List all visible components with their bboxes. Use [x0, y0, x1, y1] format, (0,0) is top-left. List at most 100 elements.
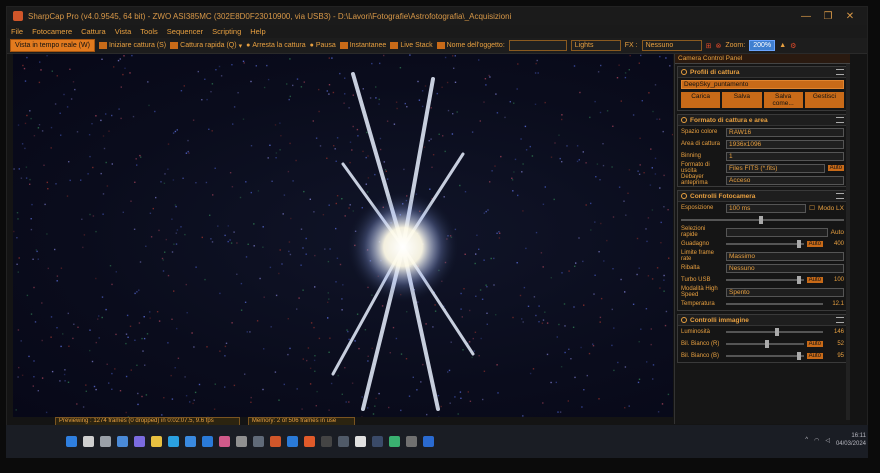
wb-red-slider[interactable]: [726, 340, 804, 348]
snapshot-button[interactable]: Instantanee: [339, 42, 386, 49]
camera-preview[interactable]: [13, 54, 673, 417]
sharpcap-icon[interactable]: [270, 436, 281, 447]
zwo-icon[interactable]: [355, 436, 366, 447]
search-icon[interactable]: [83, 436, 94, 447]
output-format-auto[interactable]: Auto: [827, 165, 844, 171]
maximize-button[interactable]: ❐: [817, 11, 839, 22]
collapse-icon[interactable]: [681, 193, 687, 199]
clock[interactable]: 16:11 04/03/2024: [836, 432, 866, 448]
profiles-header[interactable]: Profili di cattura: [678, 67, 847, 78]
format-header[interactable]: Formato di cattura e area: [678, 115, 847, 126]
menu-cattura[interactable]: Cattura: [81, 27, 106, 36]
hp-icon[interactable]: [423, 436, 434, 447]
camera-icon[interactable]: [253, 436, 264, 447]
debayer-select[interactable]: Acceso: [726, 175, 844, 185]
image-controls-header[interactable]: Controlli immagine: [678, 315, 847, 326]
mail-icon[interactable]: [202, 436, 213, 447]
maps-icon[interactable]: [389, 436, 400, 447]
edge-icon[interactable]: [168, 436, 179, 447]
collapse-icon[interactable]: [681, 317, 687, 323]
clock-time: 16:11: [851, 433, 866, 439]
terminal-icon[interactable]: [321, 436, 332, 447]
store-icon[interactable]: [185, 436, 196, 447]
brightness-slider[interactable]: [726, 328, 823, 336]
menu-icon[interactable]: [836, 117, 844, 123]
volume-icon[interactable]: ◁: [825, 437, 830, 444]
wb-blue-slider[interactable]: [726, 352, 804, 360]
start-capture-label: Iniziare cattura (S): [108, 42, 167, 49]
turbo-usb-label: Turbo USB: [681, 277, 711, 283]
close-button[interactable]: ✕: [839, 11, 861, 22]
collapse-icon[interactable]: [681, 117, 687, 123]
menu-file[interactable]: File: [11, 27, 23, 36]
menu-fotocamere[interactable]: Fotocamere: [32, 27, 72, 36]
save-as-profile-button[interactable]: Salva come...: [763, 92, 803, 108]
chat-icon[interactable]: [134, 436, 145, 447]
network-icon[interactable]: ◠: [814, 437, 819, 444]
settings-icon[interactable]: ⚙: [790, 42, 796, 50]
high-speed-select[interactable]: Spento: [726, 287, 844, 297]
menu-vista[interactable]: Vista: [115, 27, 132, 36]
menu-scripting[interactable]: Scripting: [212, 27, 241, 36]
frame-limit-select[interactable]: Massimo: [726, 251, 844, 261]
load-profile-button[interactable]: Carica: [681, 92, 721, 108]
zoom-select[interactable]: 200%: [749, 40, 776, 51]
pause-button[interactable]: ● Pausa: [310, 42, 336, 49]
output-format-select[interactable]: Files FITS (*.fits): [726, 163, 825, 173]
camera-controls-header[interactable]: Controlli Fotocamera: [678, 191, 847, 202]
file-explorer-icon[interactable]: [151, 436, 162, 447]
quick-capture-button[interactable]: Cattura rapida (Q) ▾: [170, 42, 242, 50]
menu-help[interactable]: Help: [250, 27, 265, 36]
live-stack-button[interactable]: Live Stack: [390, 42, 433, 49]
wb-red-auto[interactable]: Auto: [806, 341, 823, 347]
gain-slider[interactable]: [726, 240, 804, 248]
object-name-input[interactable]: [508, 40, 567, 51]
save-profile-button[interactable]: Salva: [722, 92, 762, 108]
minimize-button[interactable]: —: [795, 11, 817, 22]
collapse-icon[interactable]: [681, 69, 687, 75]
quick-select-dropdown[interactable]: [726, 227, 828, 237]
turbo-usb-slider[interactable]: [726, 276, 804, 284]
steam-icon[interactable]: [372, 436, 383, 447]
reticle-icon[interactable]: ⊗: [715, 42, 721, 50]
wb-blue-auto[interactable]: Auto: [806, 353, 823, 359]
printer-icon[interactable]: [406, 436, 417, 447]
menu-icon[interactable]: [836, 193, 844, 199]
fx-select[interactable]: Nessuno: [641, 40, 702, 51]
quick-select-auto[interactable]: Auto: [831, 229, 844, 236]
frame-type-select[interactable]: Lights: [570, 40, 621, 51]
windows-start-icon[interactable]: [66, 436, 77, 447]
exposure-slider[interactable]: [681, 216, 844, 224]
manage-profiles-button[interactable]: Gestisci: [804, 92, 844, 108]
start-capture-button[interactable]: Iniziare cattura (S): [98, 42, 167, 49]
menu-icon[interactable]: [836, 69, 844, 75]
flip-select[interactable]: Nessuno: [726, 263, 844, 273]
vscode-icon[interactable]: [287, 436, 298, 447]
calculator-icon[interactable]: [338, 436, 349, 447]
capture-area-select[interactable]: 1936x1096: [726, 139, 844, 149]
settings-icon[interactable]: [236, 436, 247, 447]
menu-tools[interactable]: Tools: [140, 27, 158, 36]
chevron-up-icon[interactable]: ^: [805, 437, 808, 443]
warning-icon[interactable]: ▲: [779, 42, 786, 49]
gain-auto[interactable]: Auto: [806, 241, 823, 247]
chevron-down-icon[interactable]: ▾: [239, 42, 243, 50]
live-view-button[interactable]: Vista in tempo reale (W): [10, 39, 95, 52]
photos-icon[interactable]: [219, 436, 230, 447]
profile-select[interactable]: DeepSky_puntamento: [681, 79, 844, 89]
menu-sequencer[interactable]: Sequencer: [167, 27, 203, 36]
lx-mode-checkbox[interactable]: ☐: [809, 204, 815, 212]
menu-icon[interactable]: [836, 317, 844, 323]
turbo-usb-auto[interactable]: Auto: [806, 277, 823, 283]
exposure-input[interactable]: 100 ms: [726, 203, 807, 213]
title-bar: SharpCap Pro (v4.0.9545, 64 bit) - ZWO A…: [7, 7, 867, 25]
binning-select[interactable]: 1: [726, 151, 844, 161]
crosshair-icon[interactable]: ⊞: [706, 42, 712, 50]
colour-space-select[interactable]: RAW16: [726, 127, 844, 137]
clock-date: 04/03/2024: [835, 441, 866, 447]
widgets-icon[interactable]: [117, 436, 128, 447]
office-icon[interactable]: [304, 436, 315, 447]
panel-scrollbar[interactable]: [846, 64, 850, 420]
task-view-icon[interactable]: [100, 436, 111, 447]
stop-capture-button[interactable]: ● Arresta la cattura: [246, 42, 306, 49]
